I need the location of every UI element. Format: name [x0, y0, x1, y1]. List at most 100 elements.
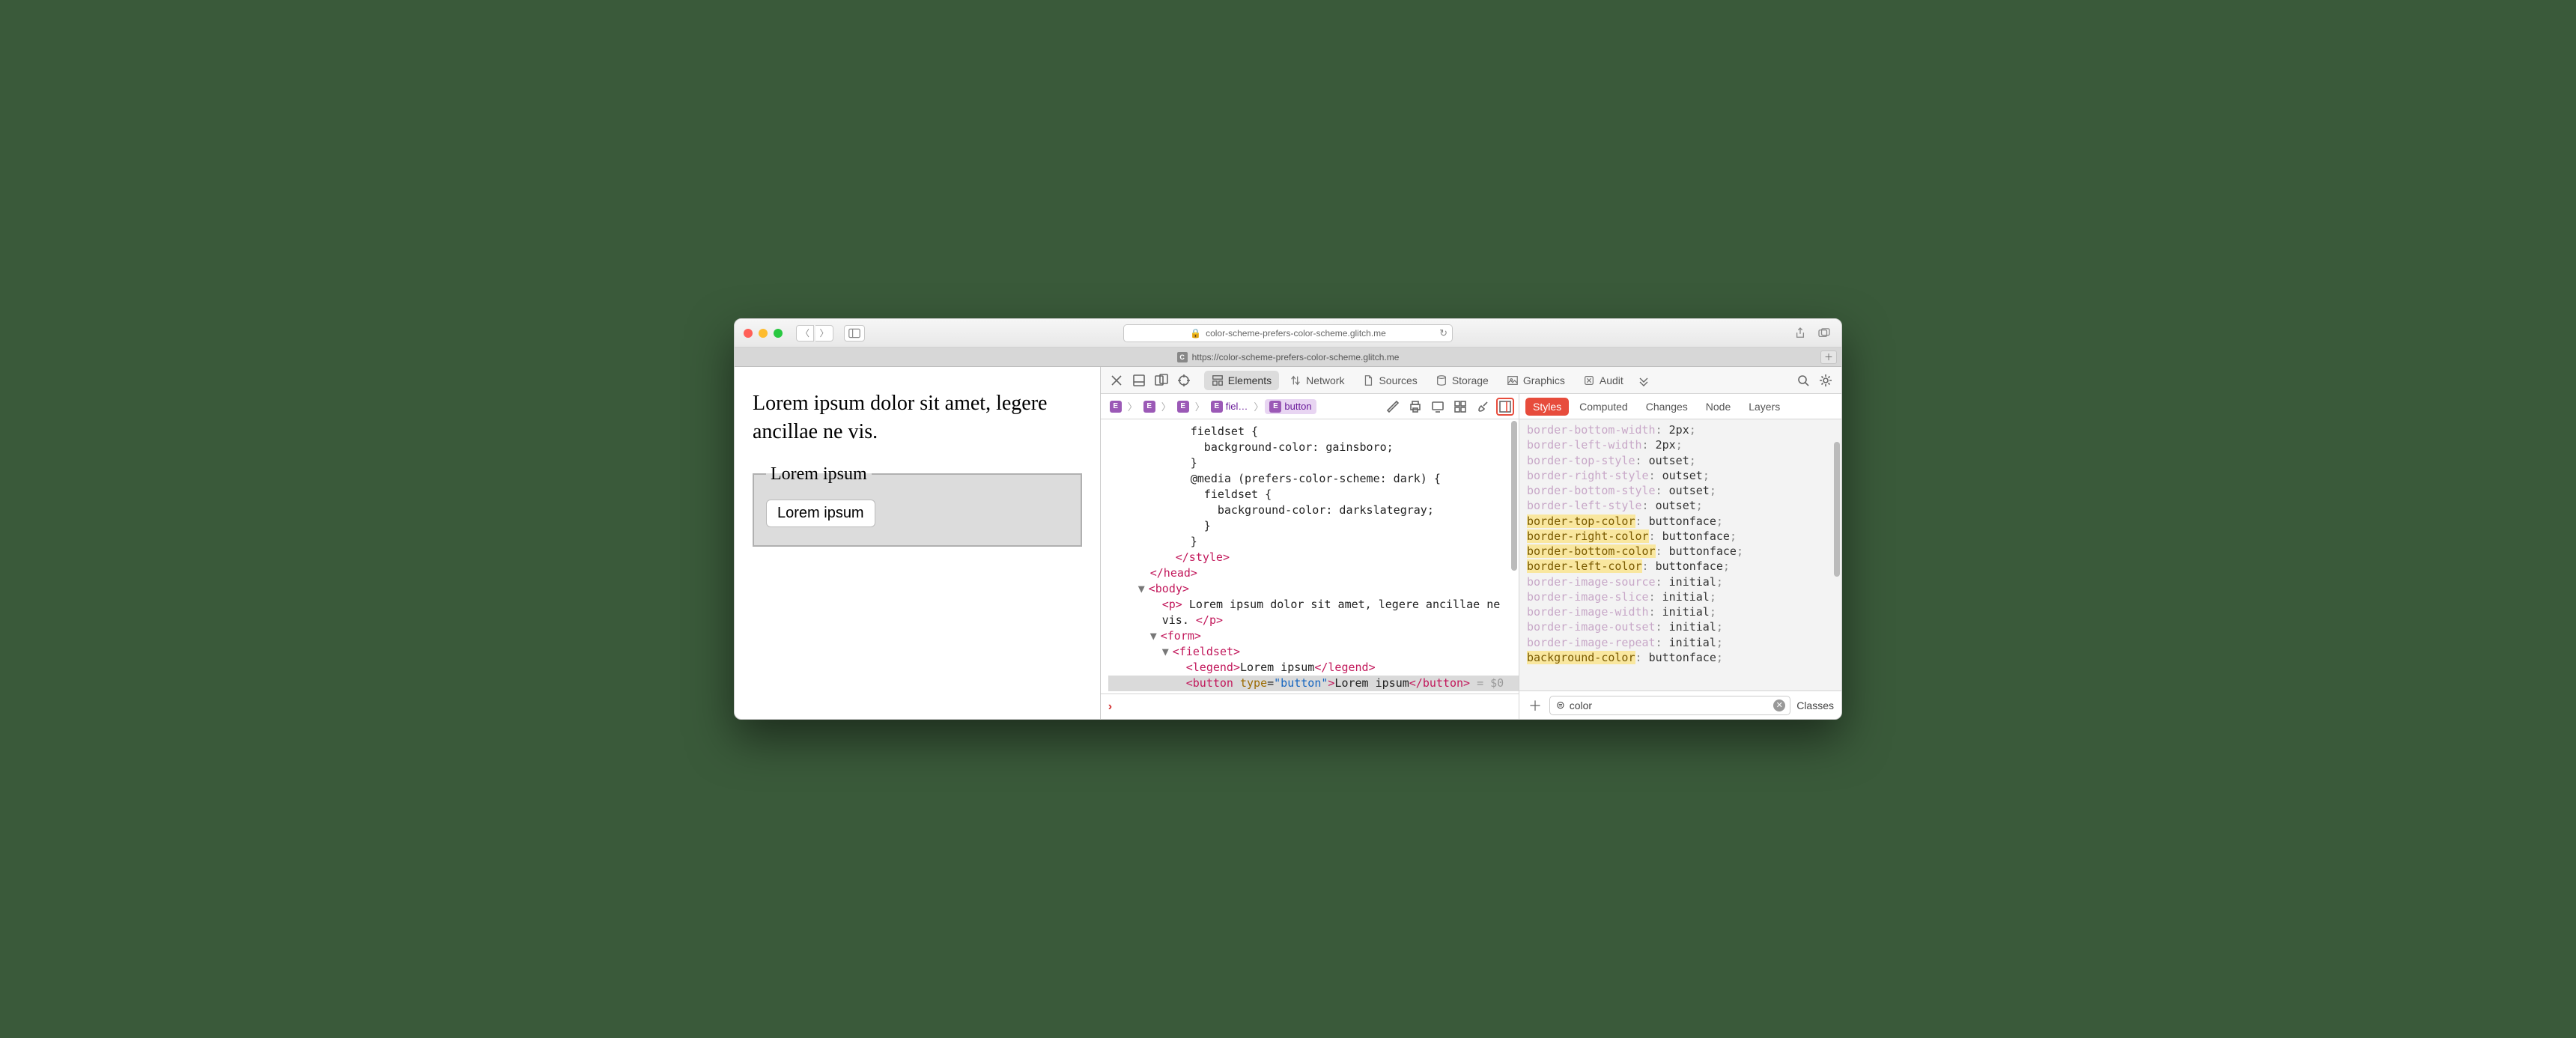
- src-line: </head>: [1150, 566, 1197, 580]
- disclosure-triangle-icon[interactable]: ▼: [1150, 628, 1161, 644]
- disclosure-triangle-icon[interactable]: ▼: [1162, 644, 1173, 660]
- tab-network[interactable]: Network: [1282, 371, 1352, 390]
- dock-side-icon[interactable]: [1152, 371, 1171, 390]
- inspector-body: E 〉 E 〉 E 〉 Efiel… 〉 Ebutton: [1101, 394, 1841, 719]
- style-rule[interactable]: border-image-width: initial;: [1527, 604, 1834, 619]
- src-line: background-color: darkslategray;: [1191, 503, 1434, 517]
- new-rule-button[interactable]: ＋: [1527, 697, 1543, 714]
- clear-filter-icon[interactable]: ✕: [1773, 699, 1785, 711]
- crumb-2[interactable]: E: [1173, 399, 1194, 414]
- tab-title[interactable]: https://color-scheme-prefers-color-schem…: [1192, 352, 1400, 362]
- content-split: Lorem ipsum dolor sit amet, legere ancil…: [735, 367, 1841, 719]
- scrollbar-thumb[interactable]: [1834, 442, 1840, 577]
- style-rule[interactable]: border-top-color: buttonface;: [1527, 514, 1834, 529]
- src-line: <button: [1186, 676, 1233, 690]
- show-tabs-button[interactable]: [1816, 326, 1832, 341]
- settings-gear-icon[interactable]: [1816, 371, 1835, 390]
- style-rule[interactable]: border-image-repeat: initial;: [1527, 635, 1834, 650]
- styles-rules[interactable]: border-bottom-width: 2px;border-left-wid…: [1519, 419, 1841, 691]
- dom-column: E 〉 E 〉 E 〉 Efiel… 〉 Ebutton: [1101, 394, 1519, 719]
- select-element-icon[interactable]: [1174, 371, 1194, 390]
- minimize-window-button[interactable]: [759, 329, 768, 338]
- search-icon[interactable]: [1793, 371, 1813, 390]
- crumb-1[interactable]: E: [1139, 399, 1160, 414]
- style-rule[interactable]: border-left-color: buttonface;: [1527, 559, 1834, 574]
- page-form: Lorem ipsum Lorem ipsum: [753, 464, 1082, 547]
- style-rule[interactable]: border-top-style: outset;: [1527, 453, 1834, 468]
- style-rule[interactable]: border-bottom-style: outset;: [1527, 483, 1834, 498]
- style-rule[interactable]: border-right-color: buttonface;: [1527, 529, 1834, 544]
- styles-tab-node[interactable]: Node: [1698, 398, 1738, 416]
- compositing-borders-icon[interactable]: [1451, 398, 1469, 416]
- tab-graphics[interactable]: Graphics: [1499, 371, 1573, 390]
- dom-tree[interactable]: fieldset { background-color: gainsboro; …: [1101, 419, 1519, 693]
- web-inspector: Elements Network Sources Storage Graphic…: [1100, 367, 1841, 719]
- dock-bottom-icon[interactable]: [1129, 371, 1149, 390]
- styles-tab-computed[interactable]: Computed: [1572, 398, 1635, 416]
- filter-value: color: [1570, 699, 1592, 711]
- reload-button[interactable]: ↻: [1439, 327, 1448, 339]
- src-line: type: [1233, 676, 1267, 690]
- selected-dom-node[interactable]: <button type="button">Lorem ipsum</butto…: [1108, 676, 1519, 691]
- src-line: </button>: [1409, 676, 1470, 690]
- tab-audit[interactable]: Audit: [1576, 371, 1631, 390]
- styles-filter-input[interactable]: ⊜ color ✕: [1549, 696, 1790, 715]
- tab-bar: C https://color-scheme-prefers-color-sch…: [735, 347, 1841, 367]
- paint-flashing-icon[interactable]: [1474, 398, 1492, 416]
- src-line: <form>: [1161, 629, 1201, 643]
- src-line: }: [1191, 535, 1197, 548]
- src-line: fieldset {: [1191, 425, 1258, 438]
- tabs-overflow-icon[interactable]: [1634, 371, 1653, 390]
- filter-icon: ⊜: [1556, 699, 1565, 711]
- styles-tab-layers[interactable]: Layers: [1741, 398, 1787, 416]
- src-line: Lorem ipsum: [1334, 676, 1409, 690]
- close-inspector-icon[interactable]: [1107, 371, 1126, 390]
- style-rule[interactable]: border-left-style: outset;: [1527, 498, 1834, 513]
- element-badge-icon: E: [1110, 401, 1122, 413]
- styles-tab-changes[interactable]: Changes: [1638, 398, 1695, 416]
- style-rule[interactable]: border-left-width: 2px;: [1527, 437, 1834, 452]
- tab-elements[interactable]: Elements: [1204, 371, 1279, 390]
- nav-group: 〈 〉: [796, 325, 833, 342]
- rulers-icon[interactable]: [1384, 398, 1402, 416]
- address-bar[interactable]: 🔒 color-scheme-prefers-color-scheme.glit…: [1123, 324, 1453, 342]
- force-appearance-icon[interactable]: [1429, 398, 1447, 416]
- crumb-0[interactable]: E: [1105, 399, 1126, 414]
- style-rule[interactable]: border-image-outset: initial;: [1527, 619, 1834, 634]
- style-rule[interactable]: border-bottom-color: buttonface;: [1527, 544, 1834, 559]
- crumb-4[interactable]: Ebutton: [1265, 399, 1316, 414]
- tab-favicon: C: [1177, 352, 1188, 362]
- tab-sources[interactable]: Sources: [1355, 371, 1424, 390]
- close-window-button[interactable]: [744, 329, 753, 338]
- crumb-3[interactable]: Efiel…: [1206, 399, 1253, 414]
- console-prompt-icon: ›: [1108, 700, 1112, 714]
- zoom-window-button[interactable]: [774, 329, 783, 338]
- print-styles-icon[interactable]: [1406, 398, 1424, 416]
- show-details-sidebar-icon[interactable]: [1496, 398, 1514, 416]
- styles-tab-styles[interactable]: Styles: [1525, 398, 1569, 416]
- show-sidebar-button[interactable]: [844, 325, 865, 342]
- style-rule[interactable]: border-image-source: initial;: [1527, 574, 1834, 589]
- style-rule[interactable]: border-bottom-width: 2px;: [1527, 422, 1834, 437]
- forward-button[interactable]: 〉: [815, 325, 833, 342]
- styles-tabs: Styles Computed Changes Node Layers: [1519, 394, 1841, 419]
- tab-storage[interactable]: Storage: [1428, 371, 1496, 390]
- styles-filter-row: ＋ ⊜ color ✕ Classes: [1519, 691, 1841, 719]
- new-tab-button[interactable]: ＋: [1820, 350, 1837, 364]
- style-rule[interactable]: background-color: buttonface;: [1527, 650, 1834, 665]
- src-line: background-color: gainsboro;: [1191, 440, 1394, 454]
- share-button[interactable]: [1792, 326, 1808, 341]
- chevron-right-icon: 〉: [1254, 399, 1263, 413]
- classes-toggle[interactable]: Classes: [1796, 699, 1834, 711]
- page-button[interactable]: Lorem ipsum: [766, 500, 875, 527]
- lock-icon: 🔒: [1190, 328, 1201, 339]
- style-rule[interactable]: border-image-slice: initial;: [1527, 589, 1834, 604]
- tab-audit-label: Audit: [1600, 374, 1623, 386]
- style-rule[interactable]: border-right-style: outset;: [1527, 468, 1834, 483]
- disclosure-triangle-icon[interactable]: ▼: [1138, 581, 1149, 597]
- toolbar-right: [1792, 326, 1832, 341]
- scrollbar-thumb[interactable]: [1511, 421, 1517, 571]
- back-button[interactable]: 〈: [796, 325, 814, 342]
- console-prompt-row[interactable]: ›: [1101, 693, 1519, 719]
- breadcrumb-bar: E 〉 E 〉 E 〉 Efiel… 〉 Ebutton: [1101, 394, 1519, 419]
